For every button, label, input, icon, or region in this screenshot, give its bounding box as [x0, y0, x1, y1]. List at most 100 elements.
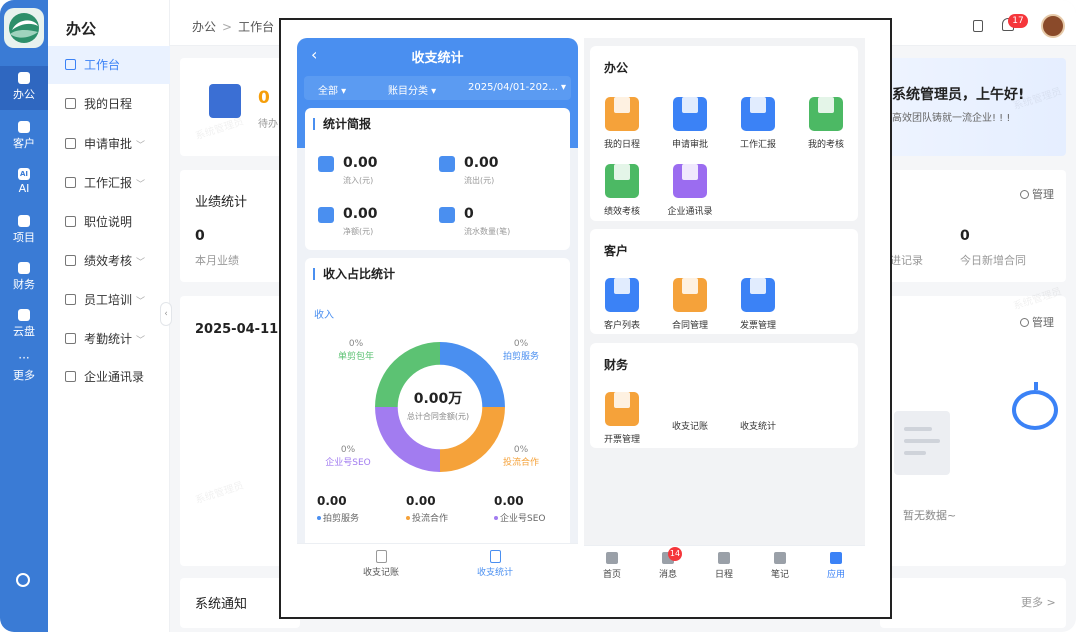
app-bookkeeping[interactable]: 收支记账 [660, 419, 720, 432]
rail-item-project[interactable]: 项目 [0, 209, 48, 253]
breadcrumb-root[interactable]: 办公 [192, 20, 216, 34]
tab-schedule[interactable]: 日程 [696, 546, 752, 584]
rail-item-office[interactable]: 办公 [0, 66, 48, 110]
app-contacts[interactable]: 企业通讯录 [660, 155, 720, 217]
attendance-icon [65, 333, 76, 344]
filter-category[interactable]: 账目分类 ▾ [388, 82, 436, 97]
menu-item-my-schedule[interactable]: 我的日程 [48, 85, 170, 123]
performance-icon [65, 255, 76, 266]
slice-label-seo: 0% 企业号SEO [318, 445, 378, 468]
legend-dot [494, 516, 498, 520]
legend-value-shoot: 0.00 [317, 494, 347, 508]
tab-statistics[interactable]: 收支统计 [425, 544, 565, 584]
more-link[interactable]: 更多 > [1021, 594, 1056, 610]
manage-link[interactable]: 管理 [1020, 186, 1054, 202]
app-invoice[interactable]: 发票管理 [728, 269, 788, 331]
rail-item-cloud[interactable]: 云盘 [0, 303, 48, 347]
menu-item-approval[interactable]: 申请审批 ﹀ [48, 125, 170, 163]
app-label: 我的考核 [807, 140, 844, 150]
greeting-text: 系统管理员，上午好! [892, 87, 1025, 103]
menu-item-performance[interactable]: 绩效考核 ﹀ [48, 242, 170, 280]
legend-dot [317, 516, 321, 520]
rail-item-customer[interactable]: 客户 [0, 115, 48, 159]
section-title: 客户 [604, 244, 629, 258]
breadcrumb: 办公 > 工作台 [192, 18, 274, 35]
bar-chart-icon [605, 164, 639, 198]
chevron-down-icon: ﹀ [136, 297, 146, 307]
manage-link[interactable]: 管理 [1020, 314, 1054, 330]
legend-value-ads: 0.00 [406, 494, 436, 508]
summary-title: 统计简报 [313, 118, 371, 130]
rail-label: AI [18, 182, 30, 195]
menu-item-job-desc[interactable]: 职位说明 [48, 203, 170, 241]
filter-date-range[interactable]: 2025/04/01-202... ▾ [468, 82, 566, 93]
slice-label-ads: 0% 投流合作 [491, 445, 551, 468]
tab-label: 日程 [714, 570, 733, 580]
message-badge: 14 [668, 547, 682, 561]
apps-phone-screen: 办公 我的日程 申请审批 工作汇报 我的考核 绩效考核 企业通讯录 客户 客户列… [584, 38, 865, 583]
collapse-menu-button[interactable]: ‹ [160, 302, 172, 326]
app-label: 开票管理 [603, 435, 640, 445]
contract-label: 今日新增合同 [960, 254, 1026, 267]
app-work-report[interactable]: 工作汇报 [728, 88, 788, 150]
bar-chart-icon [489, 550, 501, 563]
filter-all[interactable]: 全部 ▾ [318, 82, 346, 97]
section-title: 办公 [604, 61, 629, 75]
menu-item-report[interactable]: 工作汇报 ﹀ [48, 164, 170, 202]
notes-icon[interactable] [973, 20, 983, 32]
calendar-icon [718, 552, 730, 564]
slice-name: 单剪包年 [337, 352, 374, 362]
contract-icon [673, 278, 707, 312]
growth-chart-icon [809, 97, 843, 131]
section-customer: 客户 客户列表 合同管理 发票管理 [590, 229, 858, 334]
menu-item-attendance[interactable]: 考勤统计 ﹀ [48, 320, 170, 358]
outflow-label: 流出(元) [464, 176, 495, 185]
app-performance[interactable]: 绩效考核 [592, 155, 652, 217]
money-bag-icon [18, 262, 30, 274]
gear-icon [1020, 190, 1029, 199]
slice-label-shoot: 0% 拍剪服务 [491, 339, 551, 362]
menu-item-contacts[interactable]: 企业通讯录 [48, 358, 170, 396]
app-label: 工作汇报 [739, 140, 776, 150]
rail-item-ai[interactable]: AI AI [0, 162, 48, 206]
app-my-schedule[interactable]: 我的日程 [592, 88, 652, 150]
ratio-title: 收入占比统计 [313, 268, 395, 280]
app-customer-list[interactable]: 客户列表 [592, 269, 652, 331]
slice-name: 企业号SEO [325, 458, 371, 468]
tab-notes[interactable]: 笔记 [752, 546, 808, 584]
breadcrumb-current: 工作台 [238, 20, 275, 34]
menu-item-training[interactable]: 员工培训 ﹀ [48, 281, 170, 319]
app-label: 我的日程 [603, 140, 640, 150]
app-approval[interactable]: 申请审批 [660, 88, 720, 150]
tab-home[interactable]: 首页 [584, 546, 640, 584]
tab-apps[interactable]: 应用 [808, 546, 864, 584]
app-billing[interactable]: 开票管理 [592, 383, 652, 445]
avatar[interactable] [1041, 14, 1065, 38]
legend-name: 企业号SEO [500, 514, 546, 524]
performance-title: 业绩统计 [195, 195, 248, 210]
app-finance-stats[interactable]: 收支统计 [728, 419, 788, 432]
tab-label: 收支统计 [476, 568, 513, 578]
flow-count-icon [439, 207, 455, 223]
settings-gear-icon[interactable] [16, 573, 30, 587]
menu-item-label: 工作台 [84, 58, 121, 72]
module-rail: 办公 客户 AI AI 项目 财务 云盘 ··· 更多 [0, 0, 48, 632]
slice-name: 投流合作 [502, 458, 539, 468]
donut-center-label: 总计合同金额(元) [406, 412, 470, 421]
income-tab[interactable]: 收入 [314, 306, 334, 321]
robot-assistant-icon[interactable] [1012, 382, 1058, 430]
app-my-review[interactable]: 我的考核 [796, 88, 856, 150]
manage-label: 管理 [1032, 316, 1054, 329]
slice-name: 拍剪服务 [502, 352, 539, 362]
slice-percent: 0% [513, 445, 529, 455]
app-window: 办公 客户 AI AI 项目 财务 云盘 ··· 更多 办公 工作台 我的日程 申请… [0, 0, 1076, 632]
contact-card-icon [673, 164, 707, 198]
menu-item-label: 企业通讯录 [84, 370, 145, 384]
rail-item-finance[interactable]: 财务 [0, 256, 48, 300]
menu-item-workbench[interactable]: 工作台 [48, 46, 170, 84]
app-contract[interactable]: 合同管理 [660, 269, 720, 331]
apps-tab-bar: 首页 消息 14 日程 笔记 应用 [584, 545, 865, 583]
rail-item-more[interactable]: ··· 更多 [0, 350, 48, 394]
ledger-icon [375, 550, 387, 563]
more-dots-icon: ··· [18, 351, 30, 365]
